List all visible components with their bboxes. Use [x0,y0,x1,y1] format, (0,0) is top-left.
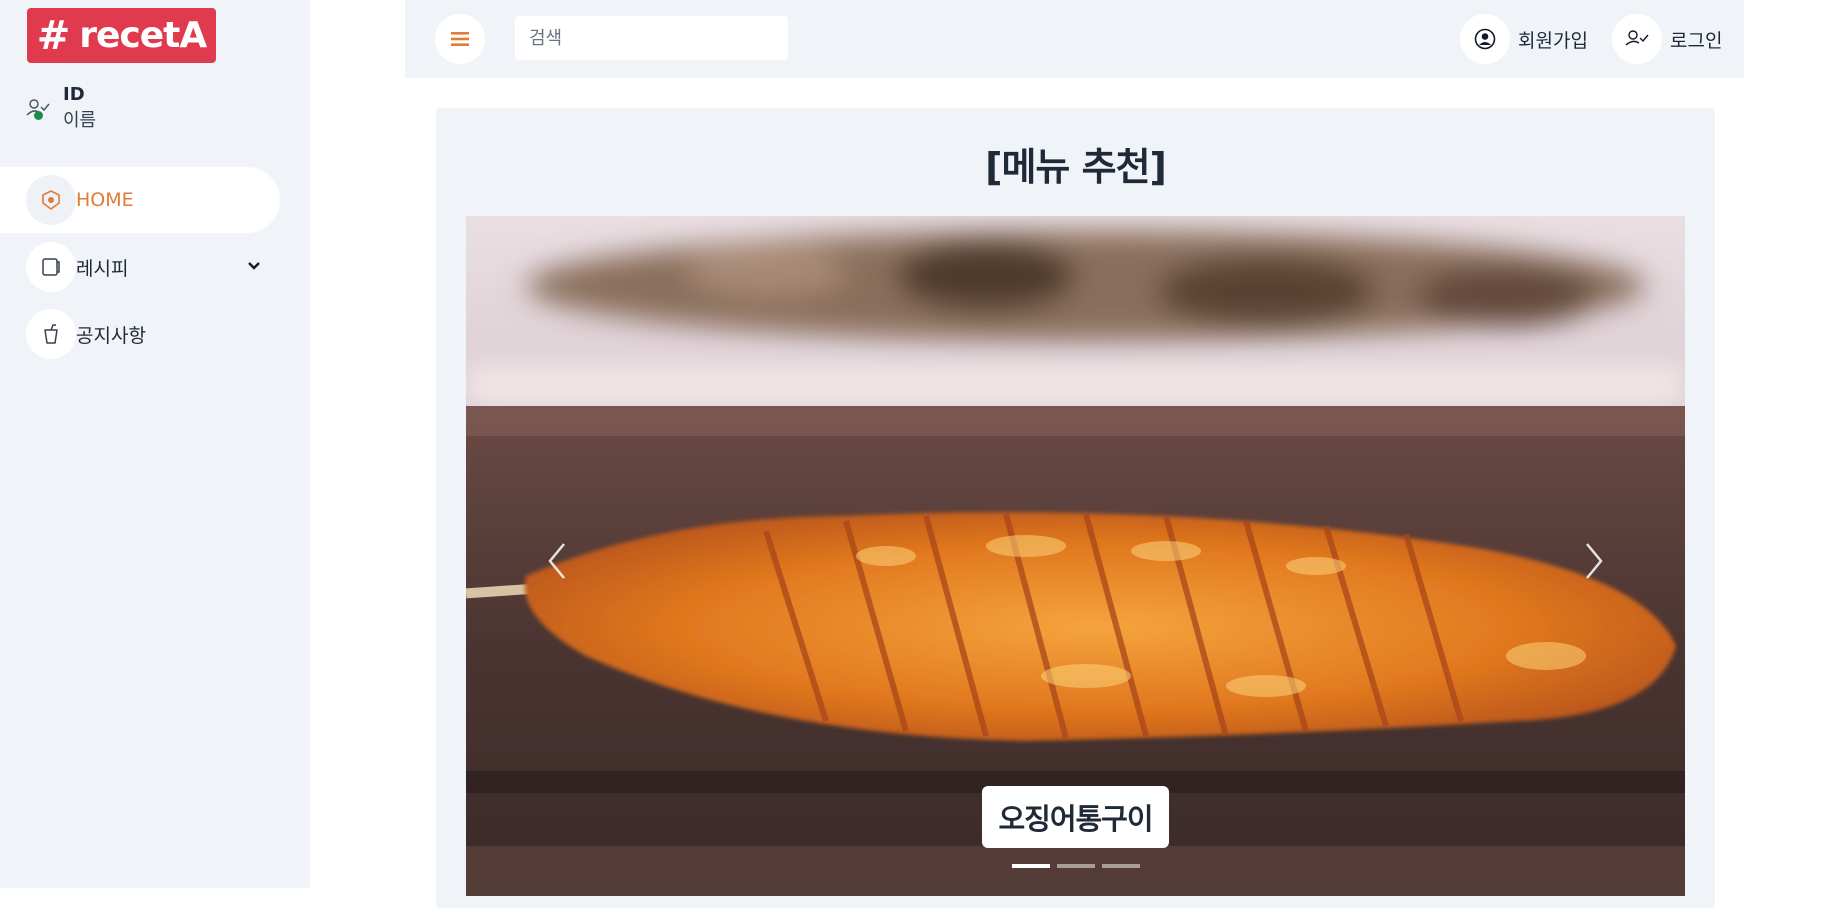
carousel-caption-text: 오징어통구이 [982,786,1169,848]
cup-icon [26,309,76,359]
sidebar-item-recipe[interactable]: 레시피 [0,234,280,300]
user-check-icon [1612,14,1662,64]
login-button[interactable]: 로그인 [1612,14,1722,64]
carousel-prev-arrow[interactable] [538,536,578,586]
brand-logo[interactable]: # recetA [27,8,216,63]
carousel-indicator-2[interactable] [1056,864,1095,868]
user-id: ID [63,84,85,105]
search-input[interactable] [515,16,788,60]
online-status-dot [34,111,43,120]
user-info: ID 이름 [26,84,96,132]
sidebar-item-home[interactable]: HOME [0,167,280,233]
top-bar: 회원가입 로그인 [405,0,1744,78]
signup-label: 회원가입 [1518,29,1588,52]
logo-text: recetA [79,15,207,56]
carousel-next-arrow[interactable] [1573,536,1613,586]
carousel-indicators [436,864,1715,868]
carousel-caption: 오징어통구이 [466,786,1685,848]
logo-hash: # [36,12,71,59]
signup-button[interactable]: 회원가입 [1460,14,1588,64]
sidebar-item-label: 레시피 [76,257,129,280]
recipe-icon [26,242,76,292]
user-circle-icon [1460,14,1510,64]
menu-carousel[interactable]: 오징어통구이 [466,216,1685,896]
user-name: 이름 [63,110,97,131]
login-label: 로그인 [1670,29,1723,52]
sidebar-nav: HOME 레시피 공지사항 [0,167,280,368]
sidebar-item-label: 공지사항 [76,324,146,347]
home-icon [26,175,76,225]
sidebar-item-label: HOME [76,189,134,211]
chevron-down-icon[interactable] [246,258,262,274]
carousel-indicator-3[interactable] [1101,864,1140,868]
page-title: [메뉴 추천] [985,145,1167,189]
sidebar-item-notice[interactable]: 공지사항 [0,301,280,367]
carousel-indicator-1[interactable] [1011,864,1050,868]
user-status-icon [26,98,50,122]
sidebar: # recetA ID 이름 HOME 레시피 공지사항 [0,0,310,888]
menu-toggle-button[interactable] [435,14,485,64]
hamburger-icon [451,32,469,46]
menu-recommend-card: [메뉴 추천] 오징어통구이 [436,108,1715,908]
